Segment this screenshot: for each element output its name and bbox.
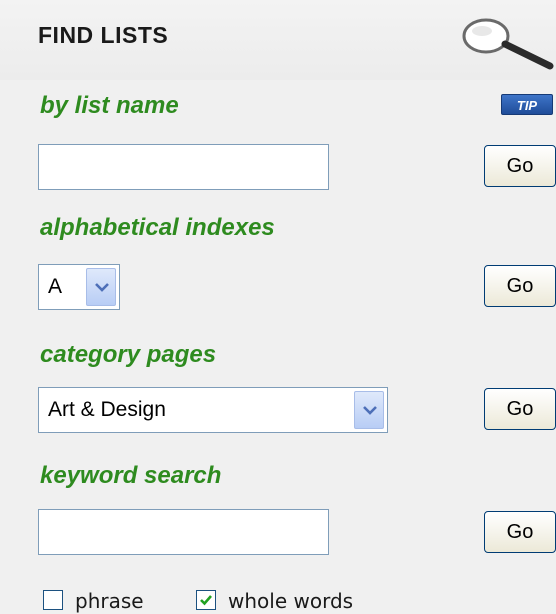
alphabetical-select[interactable]: A — [38, 264, 120, 310]
check-icon — [200, 595, 212, 606]
chevron-down-icon[interactable] — [354, 391, 384, 429]
phrase-label: phrase — [75, 589, 144, 613]
panel-title: FIND LISTS — [38, 22, 169, 48]
heading-category-pages: category pages — [40, 341, 217, 368]
go-button-category[interactable]: Go — [484, 388, 556, 430]
go-button-keyword[interactable]: Go — [484, 511, 556, 553]
tip-button[interactable]: TIP — [501, 94, 553, 115]
heading-keyword-search: keyword search — [40, 462, 222, 489]
go-button-list-name[interactable]: Go — [484, 145, 556, 187]
category-selected-value: Art & Design — [48, 398, 166, 421]
magnifier-icon — [458, 14, 556, 79]
phrase-checkbox[interactable] — [43, 590, 63, 610]
heading-by-list-name: by list name — [40, 92, 179, 119]
whole-words-checkbox[interactable] — [196, 590, 216, 610]
chevron-down-icon[interactable] — [86, 268, 116, 306]
whole-words-label: whole words — [228, 589, 354, 613]
go-button-alphabetical[interactable]: Go — [484, 265, 556, 307]
keyword-search-input[interactable] — [38, 509, 329, 555]
find-lists-panel: FIND LISTS by list name TIP Go alphabeti… — [0, 0, 556, 614]
alphabetical-selected-value: A — [48, 275, 63, 298]
list-name-input[interactable] — [38, 144, 329, 190]
heading-alphabetical-indexes: alphabetical indexes — [40, 214, 275, 241]
category-select[interactable]: Art & Design — [38, 387, 388, 433]
